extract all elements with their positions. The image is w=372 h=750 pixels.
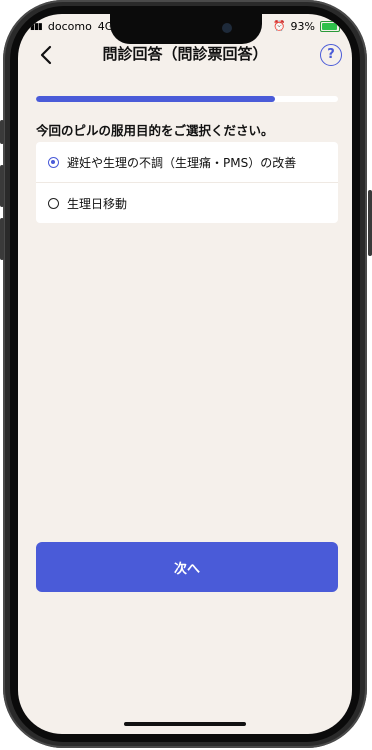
radio-button-icon[interactable] — [48, 156, 59, 168]
app-screen: ▮▮▮ docomo 4G ⏰ 93% 問診回答（問診票回答） ? 今回のピルの… — [18, 14, 352, 734]
alarm-icon: ⏰ — [273, 21, 286, 32]
volume-down-button — [0, 218, 4, 260]
radio-button-icon[interactable] — [48, 197, 59, 209]
power-button — [368, 190, 372, 256]
option-period-shift[interactable]: 生理日移動 — [36, 182, 338, 223]
battery-icon — [320, 21, 340, 32]
status-bar-right: ⏰ 93% — [273, 20, 340, 33]
next-button[interactable]: 次へ — [36, 542, 338, 592]
volume-up-button — [0, 165, 4, 207]
signal-icon: ▮▮▮ — [30, 21, 43, 32]
mute-switch — [0, 120, 4, 144]
option-contraception[interactable]: 避妊や生理の不調（生理痛・PMS）の改善 — [36, 142, 338, 182]
question-text: 今回のピルの服用目的をご選択ください。 — [36, 123, 274, 138]
battery-percent: 93% — [290, 20, 315, 33]
help-icon[interactable]: ? — [320, 44, 342, 66]
progress-bar-fill — [36, 96, 275, 102]
progress-bar — [36, 96, 338, 102]
option-label: 生理日移動 — [67, 196, 128, 211]
option-label: 避妊や生理の不調（生理痛・PMS）の改善 — [67, 155, 297, 170]
option-list: 避妊や生理の不調（生理痛・PMS）の改善 生理日移動 — [36, 142, 338, 223]
camera-icon — [222, 23, 232, 33]
carrier-label: docomo — [47, 20, 92, 33]
page-title: 問診回答（問診票回答） — [102, 45, 268, 63]
header: 問診回答（問診票回答） ? — [18, 40, 352, 70]
status-bar-left: ▮▮▮ docomo 4G — [30, 20, 113, 33]
home-indicator — [124, 722, 246, 726]
